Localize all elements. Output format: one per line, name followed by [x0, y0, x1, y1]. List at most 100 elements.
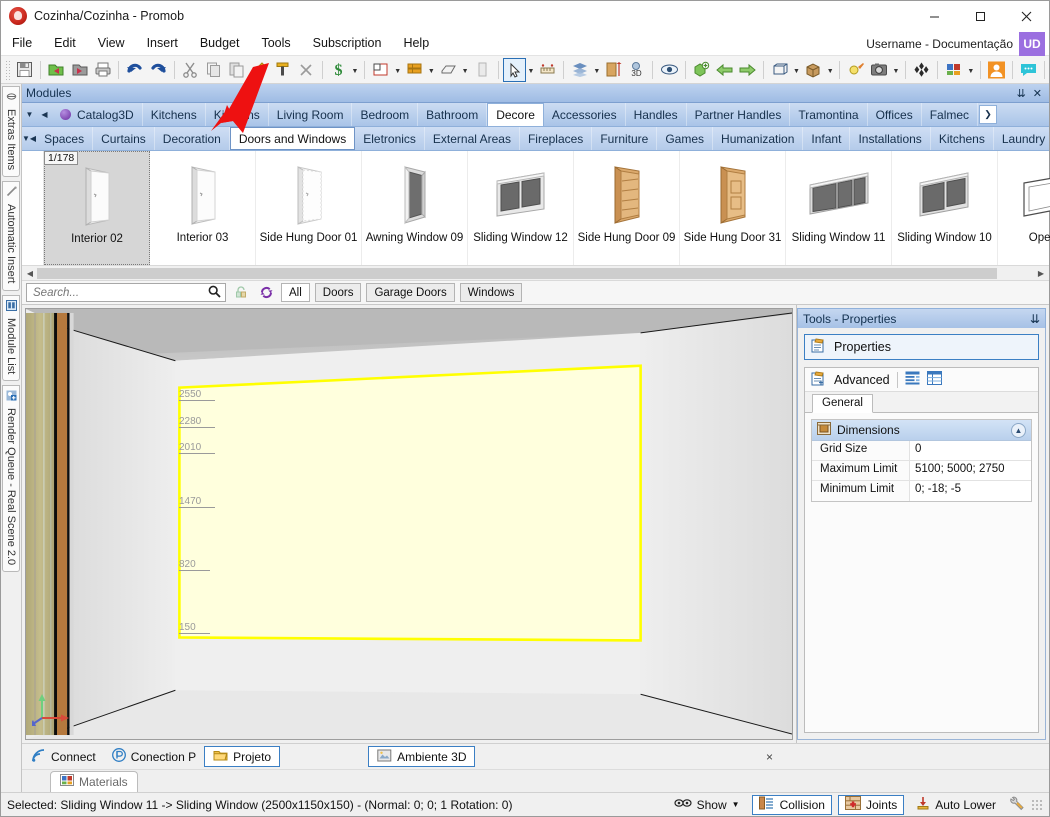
color-palette-icon[interactable] [942, 58, 965, 82]
scroll-track[interactable] [37, 267, 1034, 279]
measure-icon[interactable] [536, 58, 559, 82]
tab-falmec[interactable]: Falmec [922, 103, 979, 126]
paste-icon[interactable] [225, 58, 248, 82]
shapes-icon[interactable] [910, 58, 933, 82]
scroll-right-icon[interactable]: ▶ [1034, 269, 1048, 278]
tab-external-areas[interactable]: External Areas [425, 127, 520, 150]
category-view-icon[interactable] [905, 371, 920, 388]
menu-edit[interactable]: Edit [43, 33, 87, 53]
tab-furniture[interactable]: Furniture [592, 127, 658, 150]
catalog-collapse-area[interactable] [22, 151, 44, 265]
tab-spaces[interactable]: Spaces [36, 127, 94, 150]
tab-handles[interactable]: Handles [626, 103, 687, 126]
sidebar-item-module-list[interactable]: Module List [2, 294, 20, 381]
collision-button[interactable]: Collision [751, 794, 832, 815]
ceiling-icon[interactable] [437, 58, 460, 82]
tab-partner-handles[interactable]: Partner Handles [687, 103, 791, 126]
rotate-left-icon[interactable] [713, 58, 736, 82]
chevron-up-icon[interactable]: ▲ [1011, 422, 1026, 438]
tab-infant[interactable]: Infant [803, 127, 851, 150]
tab-offices[interactable]: Offices [868, 103, 922, 126]
filter-windows-button[interactable]: Windows [459, 283, 523, 302]
row1-dropdown-icon[interactable]: ▼ [22, 103, 37, 126]
chevron-down-icon[interactable]: ▼ [460, 58, 471, 82]
toolbar-grip[interactable] [5, 59, 11, 80]
minimize-button[interactable] [911, 1, 957, 31]
scroll-thumb[interactable] [37, 267, 997, 279]
search-icon[interactable] [208, 285, 221, 301]
environment-icon[interactable] [369, 58, 392, 82]
tab-connect[interactable]: Connect [24, 746, 104, 767]
tab-accessories[interactable]: Accessories [544, 103, 626, 126]
3d-viewport[interactable]: 2550 2280 2010 1470 820 150 [25, 308, 793, 740]
catalog-item-side-hung-door-31[interactable]: Side Hung Door 31 [680, 151, 786, 265]
format-painter-icon[interactable] [271, 58, 294, 82]
tab-curtains[interactable]: Curtains [93, 127, 155, 150]
auto-lower-button[interactable]: Auto Lower [910, 795, 1002, 815]
chevron-down-icon[interactable]: ▼ [825, 58, 836, 82]
user-account-area[interactable]: Username - Documentação UD [866, 31, 1045, 56]
chevron-down-icon[interactable]: ▼ [891, 58, 902, 82]
scroll-left-icon[interactable]: ◀ [23, 269, 37, 278]
box-render-icon[interactable] [802, 58, 825, 82]
chevron-down-icon[interactable]: ▼ [392, 58, 403, 82]
search-input-wrapper[interactable] [26, 283, 226, 302]
eye-visibility-icon[interactable] [657, 58, 680, 82]
open-project-icon[interactable] [45, 58, 68, 82]
refresh-icon[interactable] [256, 283, 276, 303]
property-row-minimum-limit[interactable]: Minimum Limit 0; -18; -5 [812, 481, 1031, 501]
tab-installations[interactable]: Installations [850, 127, 931, 150]
close-tab-icon[interactable]: × [766, 750, 773, 764]
pin-icon[interactable]: ⇊ [1030, 312, 1040, 326]
menu-file[interactable]: File [1, 33, 43, 53]
tab-laundry[interactable]: Laundry [994, 127, 1049, 150]
3d-scene[interactable] [26, 309, 792, 739]
tab-living-room[interactable]: Living Room [269, 103, 353, 126]
chevron-down-icon[interactable]: ▼ [426, 58, 437, 82]
property-row-grid-size[interactable]: Grid Size 0 [812, 441, 1031, 461]
copy-icon[interactable] [202, 58, 225, 82]
tab-bedroom[interactable]: Bedroom [352, 103, 419, 126]
catalog-item-side-hung-door-09[interactable]: Side Hung Door 09 [574, 151, 680, 265]
property-value[interactable]: 0 [910, 441, 1031, 460]
tab-bathroom[interactable]: Bathroom [418, 103, 488, 126]
property-row-maximum-limit[interactable]: Maximum Limit 5100; 5000; 2750 [812, 461, 1031, 481]
catalog-item-sliding-window-10[interactable]: Sliding Window 10 [892, 151, 998, 265]
catalog-item-awning-window-09[interactable]: Awning Window 09 [362, 151, 468, 265]
tab-kitchens-row2[interactable]: Kitchens [931, 127, 994, 150]
property-value[interactable]: 0; -18; -5 [910, 481, 1031, 501]
tab-decore[interactable]: Decore [487, 103, 544, 126]
cut-icon[interactable] [179, 58, 202, 82]
catalog-item-interior-03[interactable]: Interior 03 [150, 151, 256, 265]
print-icon[interactable] [91, 58, 114, 82]
list-view-icon[interactable] [926, 371, 942, 388]
rotate-right-icon[interactable] [736, 58, 759, 82]
show-button[interactable]: Show ▼ [668, 795, 746, 815]
tab-kitchens-1[interactable]: Kitchens [143, 103, 206, 126]
wall-icon[interactable] [403, 58, 426, 82]
tab-tramontina[interactable]: Tramontina [790, 103, 868, 126]
filter-doors-button[interactable]: Doors [314, 283, 362, 302]
catalog-item-sliding-window-11[interactable]: Sliding Window 11 [786, 151, 892, 265]
undo-icon[interactable] [123, 58, 146, 82]
tab-decoration[interactable]: Decoration [155, 127, 230, 150]
row1-prev-icon[interactable]: ◀ [37, 103, 52, 126]
filter-garage-doors-button[interactable]: Garage Doors [366, 283, 455, 302]
catalog-item-sliding-window-12[interactable]: Sliding Window 12 [468, 151, 574, 265]
wireframe-icon[interactable] [768, 58, 791, 82]
tab-fireplaces[interactable]: Fireplaces [520, 127, 593, 150]
save-project-icon[interactable] [68, 58, 91, 82]
column-icon[interactable] [470, 58, 493, 82]
search-input[interactable] [31, 285, 208, 300]
view-3d-icon[interactable]: 3D [625, 58, 648, 82]
chevron-down-icon[interactable]: ▼ [966, 58, 977, 82]
chevron-down-icon[interactable]: ▼ [732, 800, 740, 809]
sidebar-item-render-queue[interactable]: Render Queue - Real Scene 2.0 [2, 384, 20, 573]
select-cursor-icon[interactable] [502, 57, 526, 82]
resize-grip-icon[interactable] [1031, 798, 1043, 811]
height-icon[interactable] [602, 58, 625, 82]
avatar[interactable]: UD [1019, 31, 1045, 56]
sidebar-item-automatic-insert[interactable]: Automatic Insert [2, 181, 20, 291]
redo-icon[interactable] [146, 58, 169, 82]
maximize-button[interactable] [957, 1, 1003, 31]
